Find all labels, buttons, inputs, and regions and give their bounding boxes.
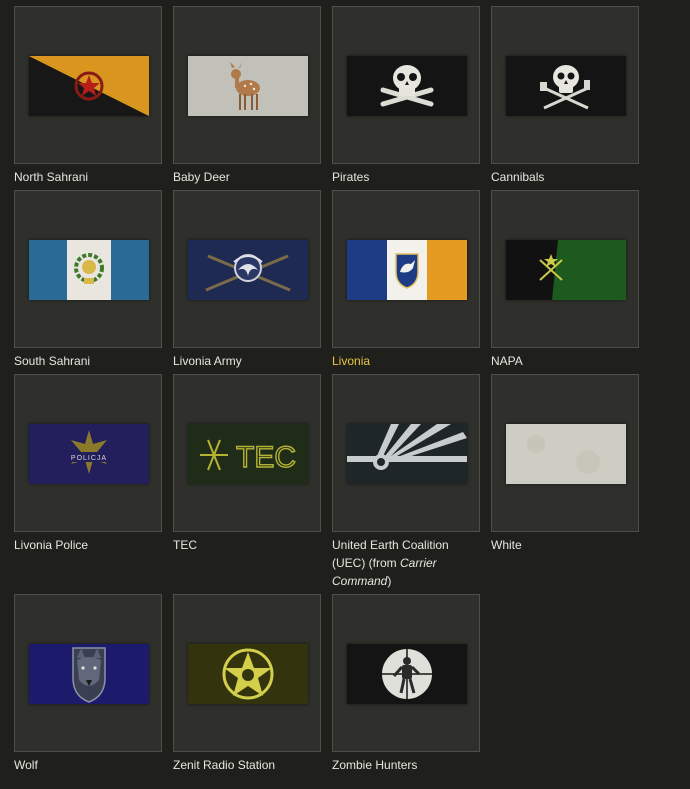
star-rifles-icon (506, 240, 626, 300)
flag-thumbnail[interactable] (14, 6, 162, 164)
star-emblem-icon (29, 56, 149, 116)
flag-label[interactable]: Livonia (332, 352, 484, 370)
deer-icon (188, 56, 308, 116)
flag-label[interactable]: Baby Deer (173, 168, 325, 186)
flag-label[interactable]: White (491, 536, 643, 554)
flag-thumbnail[interactable] (332, 374, 480, 532)
flag-label[interactable]: Zombie Hunters (332, 756, 484, 774)
flag-label[interactable]: Zenit Radio Station (173, 756, 325, 774)
flag-thumbnail[interactable] (491, 6, 639, 164)
flag-label[interactable]: NAPA (491, 352, 643, 370)
flag-thumbnail[interactable] (14, 190, 162, 348)
flag-label[interactable]: South Sahrani (14, 352, 166, 370)
flag-thumbnail[interactable] (173, 190, 321, 348)
shield-emblem-icon (347, 240, 467, 300)
flag-label[interactable]: Wolf (14, 756, 166, 774)
skull-utensils-icon (506, 56, 626, 116)
flag-thumbnail[interactable] (14, 594, 162, 752)
crosshair-zombie-icon (347, 644, 467, 704)
flag-thumbnail[interactable] (332, 190, 480, 348)
skull-crossbones-icon (347, 56, 467, 116)
tec-logo-text: TEC (236, 441, 296, 474)
flag-thumbnail[interactable] (332, 594, 480, 752)
star-circle-icon (188, 644, 308, 704)
flag-thumbnail[interactable]: TEC (173, 374, 321, 532)
flag-thumbnail[interactable] (491, 190, 639, 348)
flag-label[interactable]: TEC (173, 536, 325, 554)
flag-thumbnail[interactable] (332, 6, 480, 164)
flag-thumbnail[interactable]: POLICJA (14, 374, 162, 532)
blank-flag-icon (506, 424, 626, 484)
svg-text:POLICJA: POLICJA (71, 455, 107, 462)
flag-label[interactable]: United Earth Coalition (UEC) (from Carri… (332, 536, 484, 590)
flag-thumbnail[interactable] (173, 6, 321, 164)
flag-thumbnail[interactable] (173, 594, 321, 752)
flag-label[interactable]: Pirates (332, 168, 484, 186)
army-emblem-icon (188, 240, 308, 300)
flag-thumbnail[interactable] (491, 374, 639, 532)
tec-logo-icon: TEC (188, 424, 308, 484)
wolf-head-icon (29, 644, 149, 704)
police-badge-icon: POLICJA (29, 424, 149, 484)
wreath-emblem-icon (29, 240, 149, 300)
flag-label[interactable]: Livonia Army (173, 352, 325, 370)
uec-emblem-icon (347, 424, 467, 484)
flag-label[interactable]: Livonia Police (14, 536, 166, 554)
flag-label[interactable]: North Sahrani (14, 168, 166, 186)
flag-label[interactable]: Cannibals (491, 168, 643, 186)
flag-label-text-end: ) (387, 574, 392, 588)
